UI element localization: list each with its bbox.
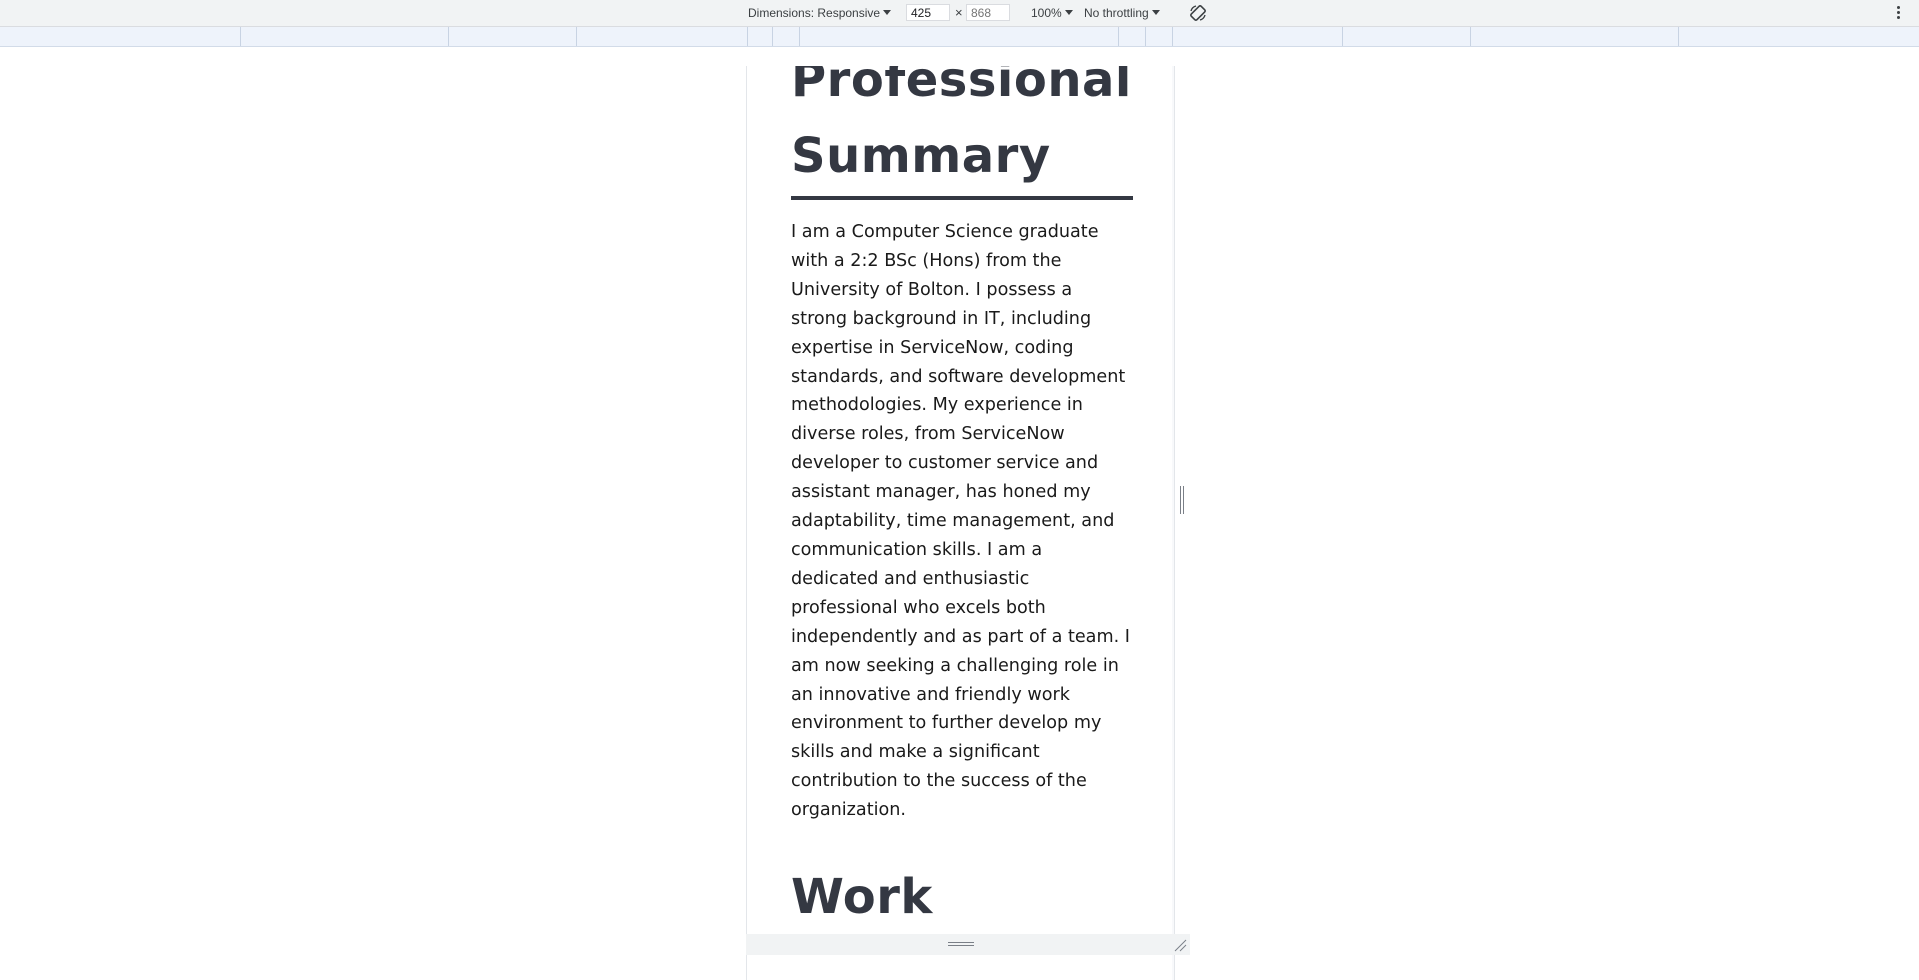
device-frame: Professional Summary I am a Computer Sci… xyxy=(746,66,1175,980)
resize-handle-right[interactable] xyxy=(1180,486,1186,514)
media-query-marker[interactable] xyxy=(747,27,748,46)
chevron-down-icon xyxy=(1151,10,1160,15)
zoom-label: 100% xyxy=(1031,6,1062,20)
media-query-marker[interactable] xyxy=(448,27,449,46)
viewport-area: Professional Summary I am a Computer Sci… xyxy=(0,47,1919,980)
device-toolbar: Dimensions: Responsive × 100% No throttl… xyxy=(0,0,1919,27)
media-query-marker[interactable] xyxy=(1118,27,1119,46)
chevron-down-icon xyxy=(1064,10,1073,15)
width-input[interactable] xyxy=(906,4,950,21)
rotate-icon xyxy=(1190,5,1206,21)
media-query-marker[interactable] xyxy=(1470,27,1471,46)
media-query-marker[interactable] xyxy=(1145,27,1146,46)
media-query-marker[interactable] xyxy=(240,27,241,46)
throttling-label: No throttling xyxy=(1084,6,1149,20)
media-query-marker[interactable] xyxy=(1172,27,1173,46)
resize-corner-icon[interactable] xyxy=(1173,938,1187,952)
media-query-marker[interactable] xyxy=(799,27,800,46)
zoom-dropdown[interactable]: 100% xyxy=(1031,0,1073,26)
dimensions-dropdown[interactable]: Dimensions: Responsive xyxy=(748,0,892,26)
summary-heading: Professional Summary xyxy=(791,66,1132,184)
page-viewport[interactable]: Professional Summary I am a Computer Sci… xyxy=(747,66,1172,934)
summary-paragraph: I am a Computer Science graduate with a … xyxy=(791,222,1130,821)
heading-divider xyxy=(791,196,1133,200)
media-query-marker[interactable] xyxy=(576,27,577,46)
rotate-button[interactable] xyxy=(1188,3,1208,23)
media-query-bar[interactable] xyxy=(0,27,1919,47)
dimensions-label: Dimensions: Responsive xyxy=(748,6,881,20)
resume-content: Professional Summary I am a Computer Sci… xyxy=(791,66,1133,934)
work-heading: Work xyxy=(791,869,933,926)
times-sign: × xyxy=(955,5,963,20)
media-query-marker[interactable] xyxy=(772,27,773,46)
right-gutter xyxy=(1172,66,1174,980)
more-vert-icon[interactable] xyxy=(1893,5,1903,21)
work-section: Work xyxy=(791,859,1133,934)
media-query-marker[interactable] xyxy=(1678,27,1679,46)
chevron-down-icon xyxy=(883,10,892,15)
height-input[interactable] xyxy=(966,4,1010,21)
throttling-dropdown[interactable]: No throttling xyxy=(1084,0,1160,26)
media-query-marker[interactable] xyxy=(1342,27,1343,46)
resize-handle-bottom[interactable] xyxy=(948,942,974,948)
